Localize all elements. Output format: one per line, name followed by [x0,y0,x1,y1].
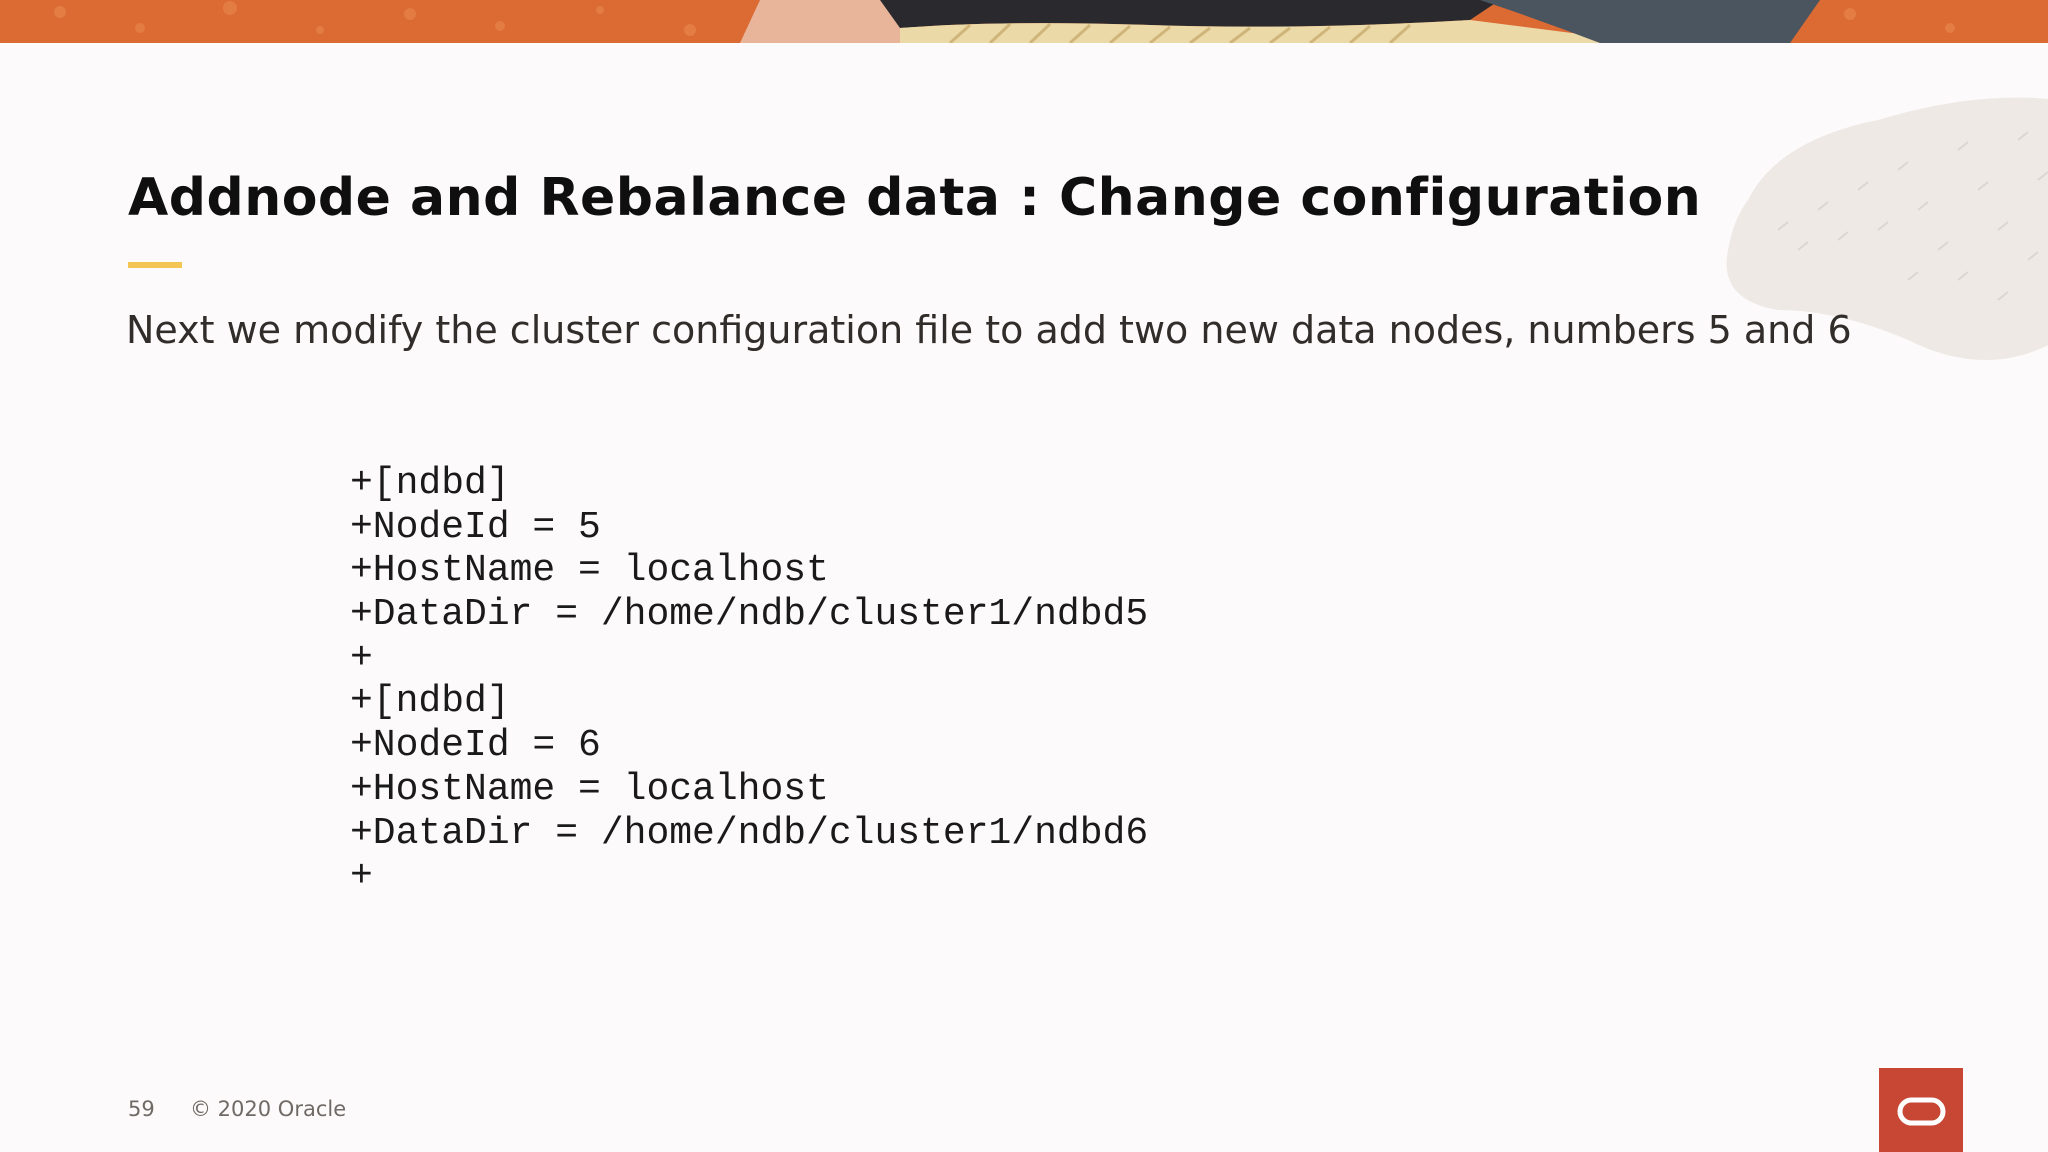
code-line: +NodeId = 6 [350,724,601,768]
oracle-logo [1879,1068,1963,1152]
code-line: +HostName = localhost [350,767,829,811]
page-number: 59 [128,1097,155,1121]
code-line: +[ndbd] [350,680,510,724]
slide: Addnode and Rebalance data : Change conf… [0,0,2048,1152]
oracle-logo-icon [1897,1097,1946,1126]
code-line: +[ndbd] [350,462,510,505]
slide-subtitle: Next we modify the cluster configuration… [126,308,1852,352]
config-code-block: +[ndbd] +NodeId = 5 +HostName = localhos… [350,462,1148,899]
banner-art-icon [0,0,2048,43]
decorative-banner [0,0,2048,43]
code-line: +DataDir = /home/ndb/cluster1/ndbd5 [350,593,1149,637]
code-line: + [350,636,373,680]
slide-title: Addnode and Rebalance data : Change conf… [128,168,1702,228]
code-line: + [350,855,373,899]
title-accent-underline [128,262,182,268]
code-line: +DataDir = /home/ndb/cluster1/ndbd6 [350,811,1149,855]
code-line: +HostName = localhost [350,549,829,593]
copyright-notice: © 2020 Oracle [190,1097,347,1121]
code-line: +NodeId = 5 [350,505,601,549]
